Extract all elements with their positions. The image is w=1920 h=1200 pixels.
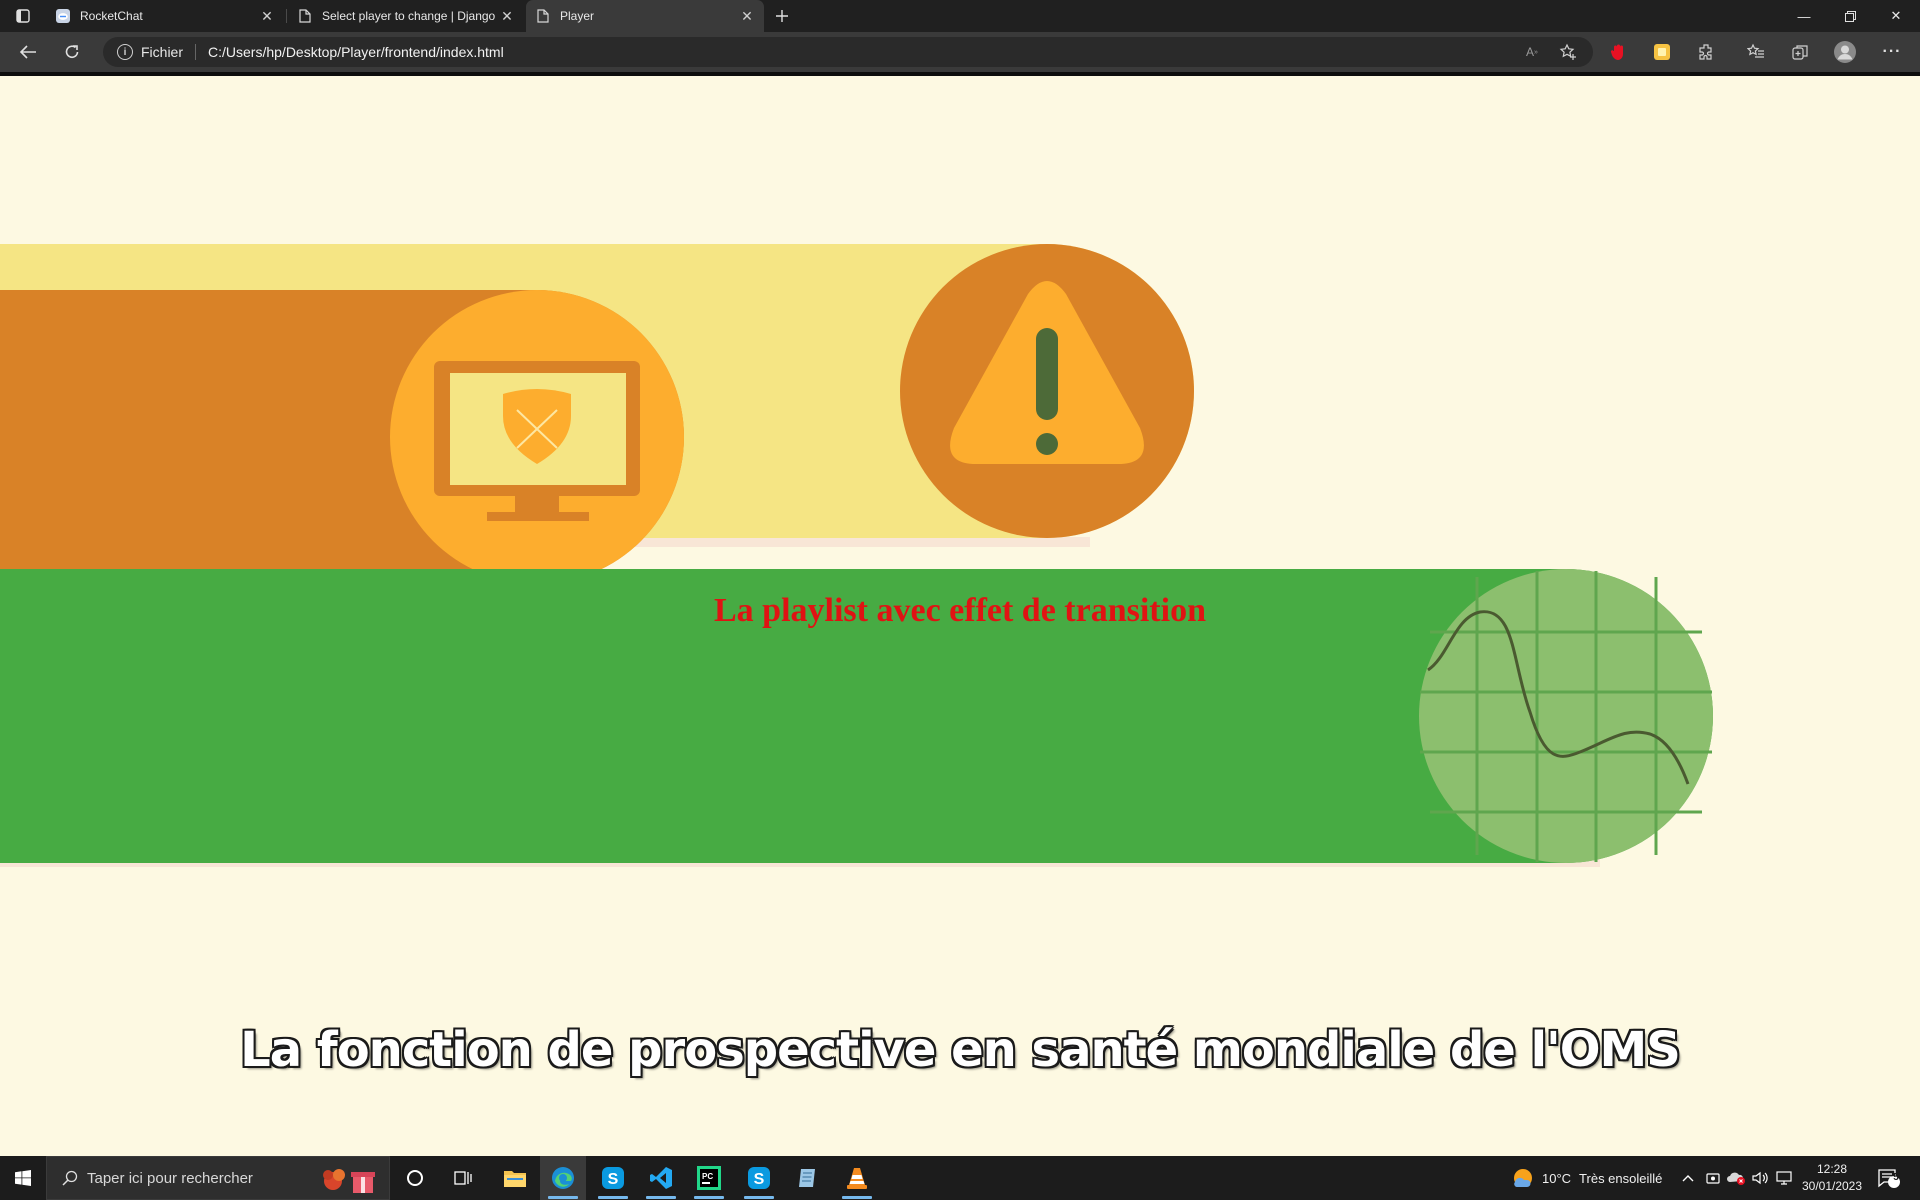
task-view-button[interactable] bbox=[440, 1156, 486, 1200]
skype-app[interactable]: S bbox=[590, 1156, 636, 1200]
taskbar-search-box[interactable]: Taper ici pour rechercher bbox=[46, 1156, 390, 1200]
restore-icon bbox=[1844, 10, 1856, 22]
clock-date: 30/01/2023 bbox=[1801, 1179, 1863, 1193]
edge-app[interactable] bbox=[540, 1156, 586, 1200]
volume-icon[interactable] bbox=[1752, 1156, 1768, 1200]
network-icon[interactable] bbox=[1776, 1156, 1792, 1200]
page-top-border bbox=[0, 72, 1920, 76]
more-menu-icon[interactable]: ··· bbox=[1882, 42, 1902, 62]
edge-icon bbox=[552, 1167, 574, 1189]
page-icon bbox=[536, 9, 550, 23]
close-tab-icon[interactable]: ✕ bbox=[256, 5, 278, 27]
show-hidden-icons-button[interactable] bbox=[1682, 1156, 1694, 1200]
onedrive-error-icon[interactable] bbox=[1726, 1156, 1746, 1200]
task-view-icon bbox=[454, 1171, 472, 1185]
add-favorite-icon[interactable] bbox=[1558, 42, 1578, 62]
rocketchat-icon bbox=[56, 9, 70, 23]
tab-rocketchat[interactable]: RocketChat ✕ bbox=[46, 0, 284, 32]
tab-django-admin[interactable]: Select player to change | Django ✕ bbox=[288, 0, 524, 32]
svg-text:S: S bbox=[608, 1171, 619, 1188]
notes-icon bbox=[799, 1169, 815, 1187]
collections-icon[interactable] bbox=[1790, 42, 1810, 62]
page-heading: La playlist avec effet de transition bbox=[714, 592, 1206, 629]
notes-app[interactable] bbox=[784, 1156, 830, 1200]
favorites-icon[interactable] bbox=[1746, 42, 1766, 62]
back-button[interactable] bbox=[14, 38, 42, 66]
back-arrow-icon bbox=[19, 45, 36, 59]
cortana-button[interactable] bbox=[392, 1156, 438, 1200]
search-icon bbox=[61, 1169, 79, 1187]
tab-title: RocketChat bbox=[80, 9, 143, 23]
address-url[interactable]: C:/Users/hp/Desktop/Player/frontend/inde… bbox=[208, 44, 504, 60]
cortana-icon bbox=[407, 1170, 423, 1186]
taskbar-clock[interactable]: 12:28 30/01/2023 bbox=[1796, 1161, 1868, 1195]
vlc-app[interactable] bbox=[834, 1156, 880, 1200]
clock-time: 12:28 bbox=[1816, 1162, 1848, 1176]
tab-title: Player bbox=[560, 9, 595, 23]
read-aloud-icon[interactable]: A» bbox=[1522, 42, 1542, 62]
tab-actions-icon bbox=[16, 9, 30, 23]
svg-text:PC: PC bbox=[702, 1172, 713, 1181]
skype-business-app[interactable]: S bbox=[736, 1156, 782, 1200]
svg-text:S: S bbox=[754, 1171, 765, 1188]
close-tab-icon[interactable]: ✕ bbox=[496, 5, 518, 27]
close-tab-icon[interactable]: ✕ bbox=[736, 5, 758, 27]
vlc-icon bbox=[847, 1168, 867, 1189]
notification-count: 5 bbox=[1893, 1172, 1899, 1183]
extension-red-icon[interactable] bbox=[1608, 42, 1628, 62]
pycharm-app[interactable]: PC bbox=[686, 1156, 732, 1200]
start-button[interactable] bbox=[0, 1156, 46, 1200]
weather-widget[interactable]: 10°C Très ensoleillé bbox=[1512, 1156, 1662, 1200]
reload-icon bbox=[65, 45, 79, 58]
video-subtitle: La fonction de prospective en santé mond… bbox=[240, 1022, 1681, 1078]
reload-button[interactable] bbox=[58, 38, 86, 66]
address-bar[interactable]: i Fichier C:/Users/hp/Desktop/Player/fro… bbox=[103, 37, 1593, 67]
minimize-button[interactable]: — bbox=[1782, 0, 1826, 32]
profile-avatar-icon[interactable] bbox=[1834, 41, 1856, 63]
file-explorer-app[interactable] bbox=[492, 1156, 538, 1200]
tab-title: Select player to change | Django bbox=[322, 9, 496, 23]
chevron-up-icon bbox=[1682, 1175, 1694, 1182]
restore-button[interactable] bbox=[1828, 0, 1872, 32]
folder-icon bbox=[504, 1171, 526, 1187]
tab-player[interactable]: Player ✕ bbox=[526, 0, 764, 32]
page-icon bbox=[298, 9, 312, 23]
search-highlight-gift-icon bbox=[323, 1169, 375, 1193]
weather-condition: Très ensoleillé bbox=[1579, 1170, 1663, 1186]
plus-icon bbox=[776, 10, 788, 22]
tab-separator bbox=[286, 9, 287, 23]
skype-icon: S bbox=[602, 1167, 624, 1189]
extension-yellow-icon[interactable] bbox=[1652, 42, 1672, 62]
new-tab-button[interactable] bbox=[768, 2, 796, 30]
web-page: La playlist avec effet de transition La … bbox=[0, 72, 1920, 1156]
browser-tab-bar: RocketChat ✕ Select player to change | D… bbox=[0, 0, 1920, 32]
info-icon[interactable]: i bbox=[117, 44, 133, 60]
address-separator bbox=[195, 44, 197, 60]
pycharm-icon: PC bbox=[697, 1166, 721, 1190]
search-placeholder: Taper ici pour rechercher bbox=[87, 1169, 253, 1187]
vscode-icon bbox=[650, 1167, 672, 1189]
close-window-button[interactable]: ✕ bbox=[1874, 0, 1918, 32]
skype-icon: S bbox=[748, 1167, 770, 1189]
notification-center-button[interactable]: 5 bbox=[1878, 1156, 1900, 1200]
weather-sun-icon bbox=[1514, 1169, 1532, 1187]
browser-toolbar: i Fichier C:/Users/hp/Desktop/Player/fro… bbox=[0, 32, 1920, 72]
windows-taskbar: Taper ici pour rechercher S PC S 10°C Tr… bbox=[0, 1156, 1920, 1200]
address-prefix: Fichier bbox=[141, 44, 184, 60]
weather-temp: 10°C bbox=[1542, 1170, 1572, 1186]
windows-logo-icon bbox=[15, 1170, 31, 1186]
extensions-icon[interactable] bbox=[1696, 42, 1716, 62]
vscode-app[interactable] bbox=[638, 1156, 684, 1200]
meet-now-icon[interactable] bbox=[1706, 1156, 1720, 1200]
tab-actions-button[interactable] bbox=[9, 2, 37, 30]
